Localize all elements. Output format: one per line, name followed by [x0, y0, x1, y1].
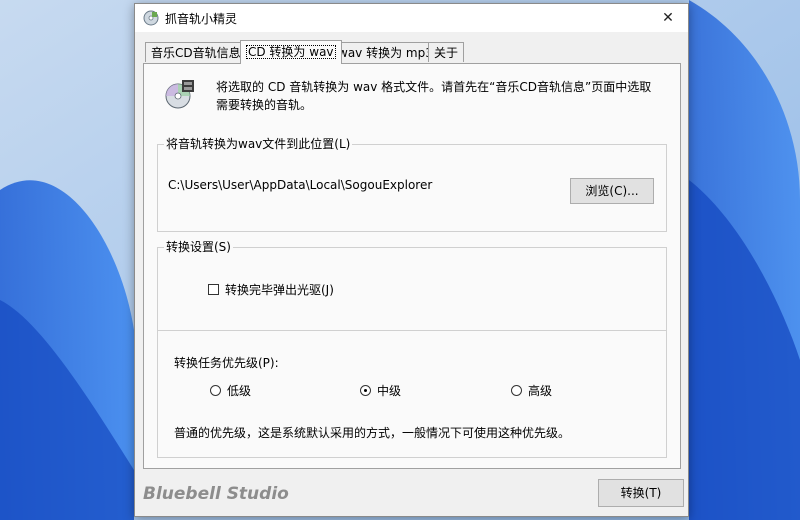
- intro-text: 将选取的 CD 音轨转换为 wav 格式文件。请首先在“音乐CD音轨信息”页面中…: [216, 80, 652, 112]
- window-title: 抓音轨小精灵: [165, 12, 238, 26]
- tab-cd-info-label: 音乐CD音轨信息: [151, 46, 241, 60]
- close-button[interactable]: ✕: [648, 4, 688, 32]
- output-location-title: 将音轨转换为wav文件到此位置(L): [164, 137, 353, 151]
- brand-text: Bluebell Studio: [143, 484, 289, 504]
- priority-low-radio[interactable]: [210, 385, 221, 396]
- tab-cd-to-wav-label: CD 转换为 wav: [246, 45, 336, 59]
- eject-checkbox[interactable]: [208, 284, 219, 295]
- tab-cd-info[interactable]: 音乐CD音轨信息: [145, 42, 247, 62]
- priority-high-label: 高级: [528, 384, 553, 398]
- title-bar[interactable]: 抓音轨小精灵 ✕: [135, 4, 688, 32]
- priority-medium-option[interactable]: 中级: [360, 382, 401, 399]
- tab-wav-to-mp3-label: wav 转换为 mp3: [338, 46, 433, 60]
- tab-strip: 音乐CD音轨信息 CD 转换为 wav wav 转换为 mp3 关于: [143, 40, 683, 64]
- tab-about[interactable]: 关于: [428, 42, 465, 62]
- tab-cd-to-wav[interactable]: CD 转换为 wav: [240, 40, 342, 64]
- tab-about-label: 关于: [434, 46, 459, 60]
- tab-panel: 将选取的 CD 音轨转换为 wav 格式文件。请首先在“音乐CD音轨信息”页面中…: [143, 63, 681, 469]
- conversion-settings-group: 转换设置(S) 转换完毕弹出光驱(J): [157, 240, 667, 331]
- app-cd-icon: [143, 10, 159, 26]
- priority-medium-label: 中级: [377, 384, 402, 398]
- priority-high-radio[interactable]: [511, 385, 522, 396]
- priority-group: 转换任务优先级(P): 低级 中级 高级 普通的优先级，这是系统默认采用的方式，…: [157, 330, 667, 458]
- eject-option[interactable]: 转换完毕弹出光驱(J): [208, 281, 334, 298]
- browse-button[interactable]: 浏览(C)...: [570, 178, 654, 204]
- priority-description: 普通的优先级，这是系统默认采用的方式，一般情况下可使用这种优先级。: [174, 426, 571, 440]
- output-location-group: 将音轨转换为wav文件到此位置(L) C:\Users\User\AppData…: [157, 137, 667, 232]
- cd-icon: [165, 80, 194, 109]
- eject-label: 转换完毕弹出光驱(J): [225, 283, 334, 297]
- priority-label: 转换任务优先级(P):: [174, 356, 279, 370]
- priority-medium-radio[interactable]: [360, 385, 371, 396]
- priority-low-option[interactable]: 低级: [210, 382, 251, 399]
- app-window: 抓音轨小精灵 ✕ 音乐CD音轨信息 CD 转换为 wav wav 转换为 mp3…: [134, 3, 689, 517]
- convert-button[interactable]: 转换(T): [598, 479, 684, 507]
- priority-high-option[interactable]: 高级: [511, 382, 552, 399]
- output-path: C:\Users\User\AppData\Local\SogouExplore…: [168, 178, 433, 192]
- conversion-settings-title: 转换设置(S): [164, 240, 233, 254]
- priority-low-label: 低级: [227, 384, 252, 398]
- tab-wav-to-mp3[interactable]: wav 转换为 mp3: [332, 42, 439, 62]
